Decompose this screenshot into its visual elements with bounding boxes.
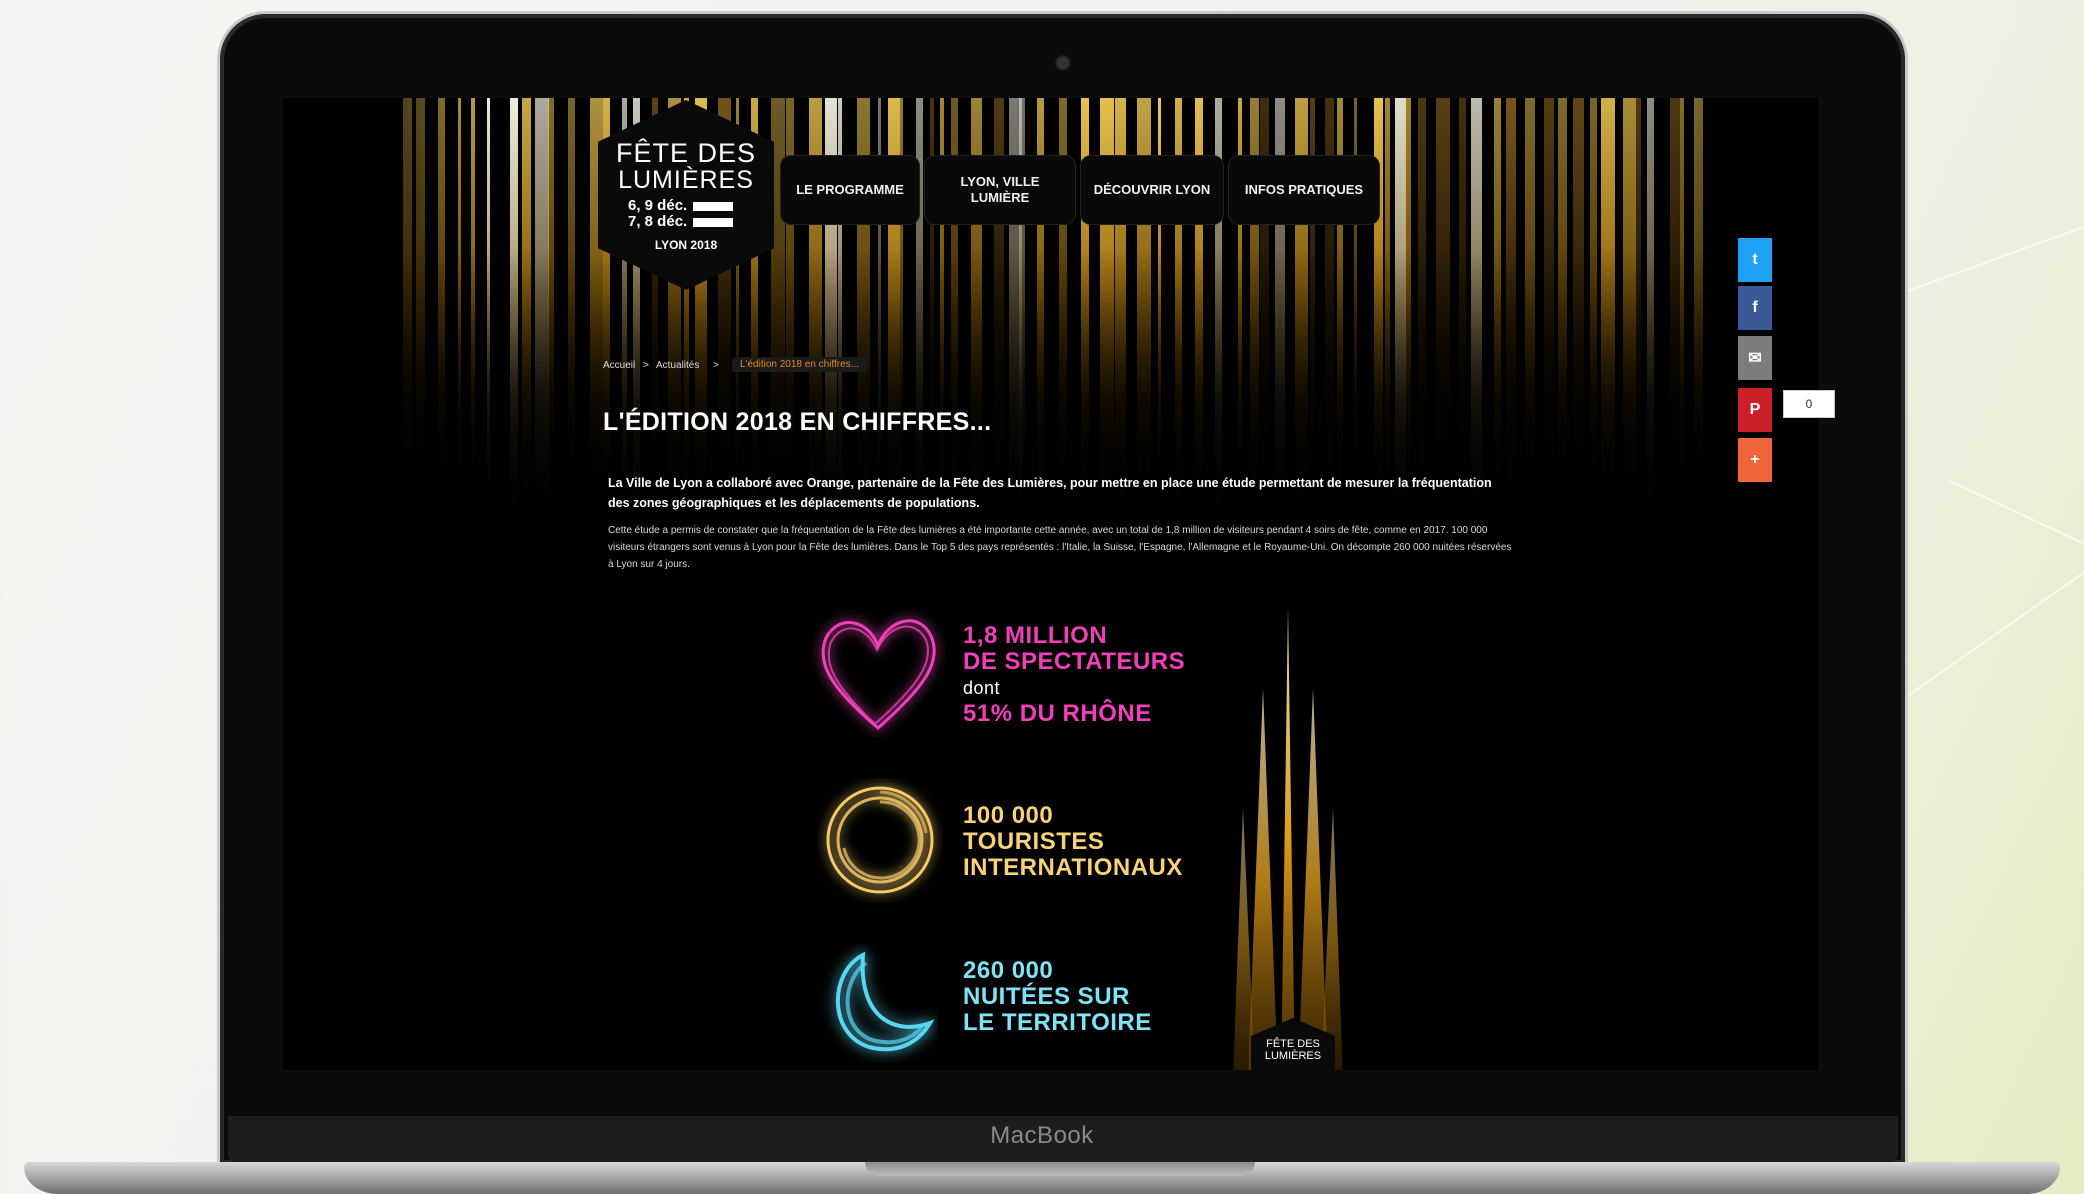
twitter-share-button[interactable]: t bbox=[1738, 238, 1772, 282]
pinterest-icon: P bbox=[1749, 401, 1761, 418]
stat-tourists-line3: INTERNATIONAUX bbox=[963, 854, 1183, 881]
stat-spectators-line2: DE SPECTATEURS bbox=[963, 648, 1186, 675]
laptop-brand: MacBook bbox=[990, 1122, 1094, 1149]
laptop-hinge-notch bbox=[865, 1162, 1255, 1176]
webcam bbox=[1055, 55, 1071, 71]
breadcrumb-home[interactable]: Accueil bbox=[603, 360, 635, 371]
logo-dates2: 7, 8 déc. bbox=[628, 213, 688, 230]
twitter-icon: t bbox=[1752, 251, 1758, 268]
stat-tourists-line2: TOURISTES bbox=[963, 828, 1105, 855]
backdrop-line bbox=[1900, 562, 2084, 702]
breadcrumb-separator: > bbox=[713, 360, 719, 371]
nav-lyon-ville-lumiere[interactable]: LYON, VILLE LUMIÈRE bbox=[925, 156, 1075, 224]
stat-nights-line1: 260 000 bbox=[963, 957, 1054, 984]
more-share-button[interactable]: + bbox=[1738, 438, 1772, 482]
nav-infos-pratiques[interactable]: INFOS PRATIQUES bbox=[1229, 156, 1379, 224]
stat-spectators-line3: dont bbox=[963, 678, 1001, 698]
pinterest-share-button[interactable]: P bbox=[1738, 388, 1772, 432]
stat-spectators: 1,8 MILLION DE SPECTATEURS dont 51% DU R… bbox=[963, 623, 1185, 727]
nav-decouvrir-lyon[interactable]: DÉCOUVRIR LYON bbox=[1081, 156, 1223, 224]
nav-label: INFOS PRATIQUES bbox=[1244, 182, 1364, 197]
moon-icon bbox=[835, 951, 935, 1052]
article-body: Cette étude a permis de constater que la… bbox=[608, 525, 1512, 570]
email-share-button[interactable]: ✉ bbox=[1738, 336, 1772, 380]
nav-label: LYON, VILLE LUMIÈRE bbox=[960, 174, 1040, 205]
stat-spectators-line4: 51% DU RHÔNE bbox=[963, 700, 1152, 727]
facebook-share-button[interactable]: f bbox=[1738, 286, 1772, 330]
facebook-icon: f bbox=[1752, 299, 1758, 316]
light-beam-graphic bbox=[1233, 608, 1343, 1070]
backdrop-line bbox=[1880, 211, 2084, 302]
backdrop-line bbox=[1949, 480, 2084, 567]
stat-nights: 260 000 NUITÉES SUR LE TERRITOIRE bbox=[963, 958, 1152, 1036]
heart-icon bbox=[821, 619, 936, 730]
nav-label: DÉCOUVRIR LYON bbox=[1093, 182, 1211, 197]
breadcrumb-separator: > bbox=[643, 360, 649, 371]
nav-label: LE PROGRAMME bbox=[796, 182, 904, 197]
stat-nights-line3: LE TERRITOIRE bbox=[963, 1009, 1152, 1036]
email-icon: ✉ bbox=[1748, 350, 1762, 367]
breadcrumb-section[interactable]: Actualités bbox=[656, 360, 699, 371]
nav-le-programme[interactable]: LE PROGRAMME bbox=[781, 156, 919, 224]
breadcrumb-current: L'édition 2018 en chiffres... bbox=[732, 357, 868, 372]
logo-dates1: 6, 9 déc. bbox=[628, 197, 688, 214]
stat-spectators-line1: 1,8 MILLION bbox=[963, 622, 1108, 649]
swirl-icon bbox=[826, 786, 934, 894]
page-title: L'ÉDITION 2018 EN CHIFFRES... bbox=[603, 408, 992, 436]
logo-line2: LUMIÈRES bbox=[618, 166, 754, 194]
article-lead: La Ville de Lyon a collaboré avec Orange… bbox=[608, 476, 1492, 510]
logo-line1: FÊTE DES bbox=[615, 138, 757, 168]
plus-icon: + bbox=[1750, 451, 1760, 468]
logo-city: LYON 2018 bbox=[654, 238, 718, 252]
stat-tourists: 100 000 TOURISTES INTERNATIONAUX bbox=[963, 803, 1183, 881]
screen: FÊTE DES LUMIÈRES 6, 9 déc. 7, 8 déc. LY… bbox=[283, 98, 1818, 1070]
stat-tourists-line1: 100 000 bbox=[963, 802, 1054, 829]
stat-nights-line2: NUITÉES SUR bbox=[963, 983, 1130, 1010]
